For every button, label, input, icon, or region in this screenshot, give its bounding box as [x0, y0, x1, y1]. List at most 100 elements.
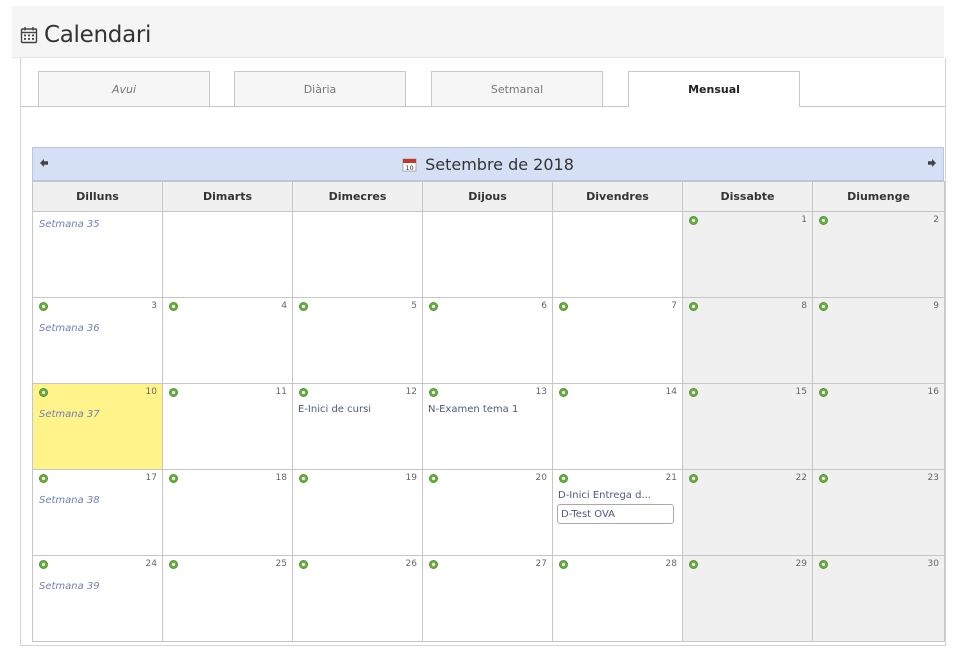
day-cell[interactable]: 28: [552, 555, 683, 642]
add-event-icon[interactable]: [819, 474, 828, 483]
day-number[interactable]: 30: [928, 559, 939, 569]
day-cell[interactable]: 23: [812, 469, 945, 556]
add-event-icon[interactable]: [689, 216, 698, 225]
day-cell[interactable]: 20: [422, 469, 553, 556]
day-number[interactable]: 25: [276, 559, 287, 569]
add-event-icon[interactable]: [39, 560, 48, 569]
day-number[interactable]: 17: [146, 473, 157, 483]
add-event-icon[interactable]: [169, 388, 178, 397]
arrow-right-icon[interactable]: [925, 156, 939, 170]
day-number[interactable]: 13: [536, 387, 547, 397]
day-number[interactable]: 16: [928, 387, 939, 397]
add-event-icon[interactable]: [689, 302, 698, 311]
add-event-icon[interactable]: [39, 388, 48, 397]
day-cell[interactable]: 26: [292, 555, 423, 642]
day-number[interactable]: 28: [666, 559, 677, 569]
day-cell[interactable]: 3 Setmana 36: [32, 297, 163, 384]
add-event-icon[interactable]: [559, 560, 568, 569]
add-event-icon[interactable]: [169, 302, 178, 311]
add-event-icon[interactable]: [689, 474, 698, 483]
day-cell[interactable]: 10 Setmana 37: [32, 383, 163, 470]
day-cell[interactable]: 4: [162, 297, 293, 384]
day-cell[interactable]: 6: [422, 297, 553, 384]
day-number[interactable]: 10: [146, 387, 157, 397]
day-cell[interactable]: 30: [812, 555, 945, 642]
day-number[interactable]: 22: [796, 473, 807, 483]
day-number[interactable]: 11: [276, 387, 287, 397]
add-event-icon[interactable]: [429, 388, 438, 397]
day-number[interactable]: 26: [406, 559, 417, 569]
day-cell[interactable]: 7: [552, 297, 683, 384]
day-cell[interactable]: 24 Setmana 39: [32, 555, 163, 642]
day-cell[interactable]: 1: [682, 211, 813, 298]
week-number-link[interactable]: Setmana 39: [39, 581, 100, 592]
day-cell[interactable]: 9: [812, 297, 945, 384]
tab-diaria[interactable]: Diària: [234, 71, 406, 106]
day-number[interactable]: 5: [411, 301, 417, 311]
day-number[interactable]: 1: [801, 215, 807, 225]
add-event-icon[interactable]: [299, 388, 308, 397]
day-number[interactable]: 24: [146, 559, 157, 569]
add-event-icon[interactable]: [559, 474, 568, 483]
day-cell[interactable]: 22: [682, 469, 813, 556]
day-number[interactable]: 9: [933, 301, 939, 311]
day-cell[interactable]: 25: [162, 555, 293, 642]
add-event-icon[interactable]: [429, 474, 438, 483]
calendar-event[interactable]: D-Inici Entrega d...: [558, 490, 682, 501]
day-number[interactable]: 4: [281, 301, 287, 311]
day-cell[interactable]: 5: [292, 297, 423, 384]
day-cell[interactable]: 14: [552, 383, 683, 470]
day-cell[interactable]: 13 N-Examen tema 1: [422, 383, 553, 470]
add-event-icon[interactable]: [819, 302, 828, 311]
day-cell[interactable]: 21 D-Inici Entrega d... D-Test OVA: [552, 469, 683, 556]
week-number-link[interactable]: Setmana 37: [39, 409, 100, 420]
day-number[interactable]: 8: [801, 301, 807, 311]
day-number[interactable]: 7: [671, 301, 677, 311]
day-cell[interactable]: 29: [682, 555, 813, 642]
day-cell[interactable]: 8: [682, 297, 813, 384]
day-number[interactable]: 15: [796, 387, 807, 397]
tab-avui[interactable]: Avui: [38, 71, 210, 106]
day-number[interactable]: 6: [541, 301, 547, 311]
day-number[interactable]: 20: [536, 473, 547, 483]
add-event-icon[interactable]: [559, 302, 568, 311]
day-cell[interactable]: 18: [162, 469, 293, 556]
add-event-icon[interactable]: [559, 388, 568, 397]
day-number[interactable]: 29: [796, 559, 807, 569]
add-event-icon[interactable]: [299, 474, 308, 483]
add-event-icon[interactable]: [429, 302, 438, 311]
day-cell[interactable]: 27: [422, 555, 553, 642]
day-cell[interactable]: 12 E-Inici de cursi: [292, 383, 423, 470]
day-number[interactable]: 12: [406, 387, 417, 397]
day-number[interactable]: 14: [666, 387, 677, 397]
day-cell[interactable]: 17 Setmana 38: [32, 469, 163, 556]
day-number[interactable]: 2: [933, 215, 939, 225]
tab-mensual[interactable]: Mensual: [628, 71, 800, 107]
add-event-icon[interactable]: [689, 560, 698, 569]
calendar-event-boxed[interactable]: D-Test OVA: [557, 504, 674, 524]
calendar-event[interactable]: E-Inici de cursi: [298, 404, 422, 415]
add-event-icon[interactable]: [819, 216, 828, 225]
day-number[interactable]: 18: [276, 473, 287, 483]
add-event-icon[interactable]: [429, 560, 438, 569]
add-event-icon[interactable]: [39, 474, 48, 483]
tab-setmanal[interactable]: Setmanal: [431, 71, 603, 106]
add-event-icon[interactable]: [819, 560, 828, 569]
day-cell[interactable]: 19: [292, 469, 423, 556]
calendar-event[interactable]: N-Examen tema 1: [428, 404, 552, 415]
day-cell[interactable]: 16: [812, 383, 945, 470]
add-event-icon[interactable]: [299, 560, 308, 569]
day-number[interactable]: 3: [151, 301, 157, 311]
day-number[interactable]: 21: [666, 473, 677, 483]
day-cell[interactable]: 2: [812, 211, 945, 298]
add-event-icon[interactable]: [169, 560, 178, 569]
day-cell[interactable]: 11: [162, 383, 293, 470]
add-event-icon[interactable]: [39, 302, 48, 311]
add-event-icon[interactable]: [299, 302, 308, 311]
add-event-icon[interactable]: [689, 388, 698, 397]
add-event-icon[interactable]: [169, 474, 178, 483]
day-number[interactable]: 19: [406, 473, 417, 483]
week-number-link[interactable]: Setmana 36: [39, 323, 100, 334]
day-cell[interactable]: 15: [682, 383, 813, 470]
week-number-link[interactable]: Setmana 35: [39, 219, 100, 230]
